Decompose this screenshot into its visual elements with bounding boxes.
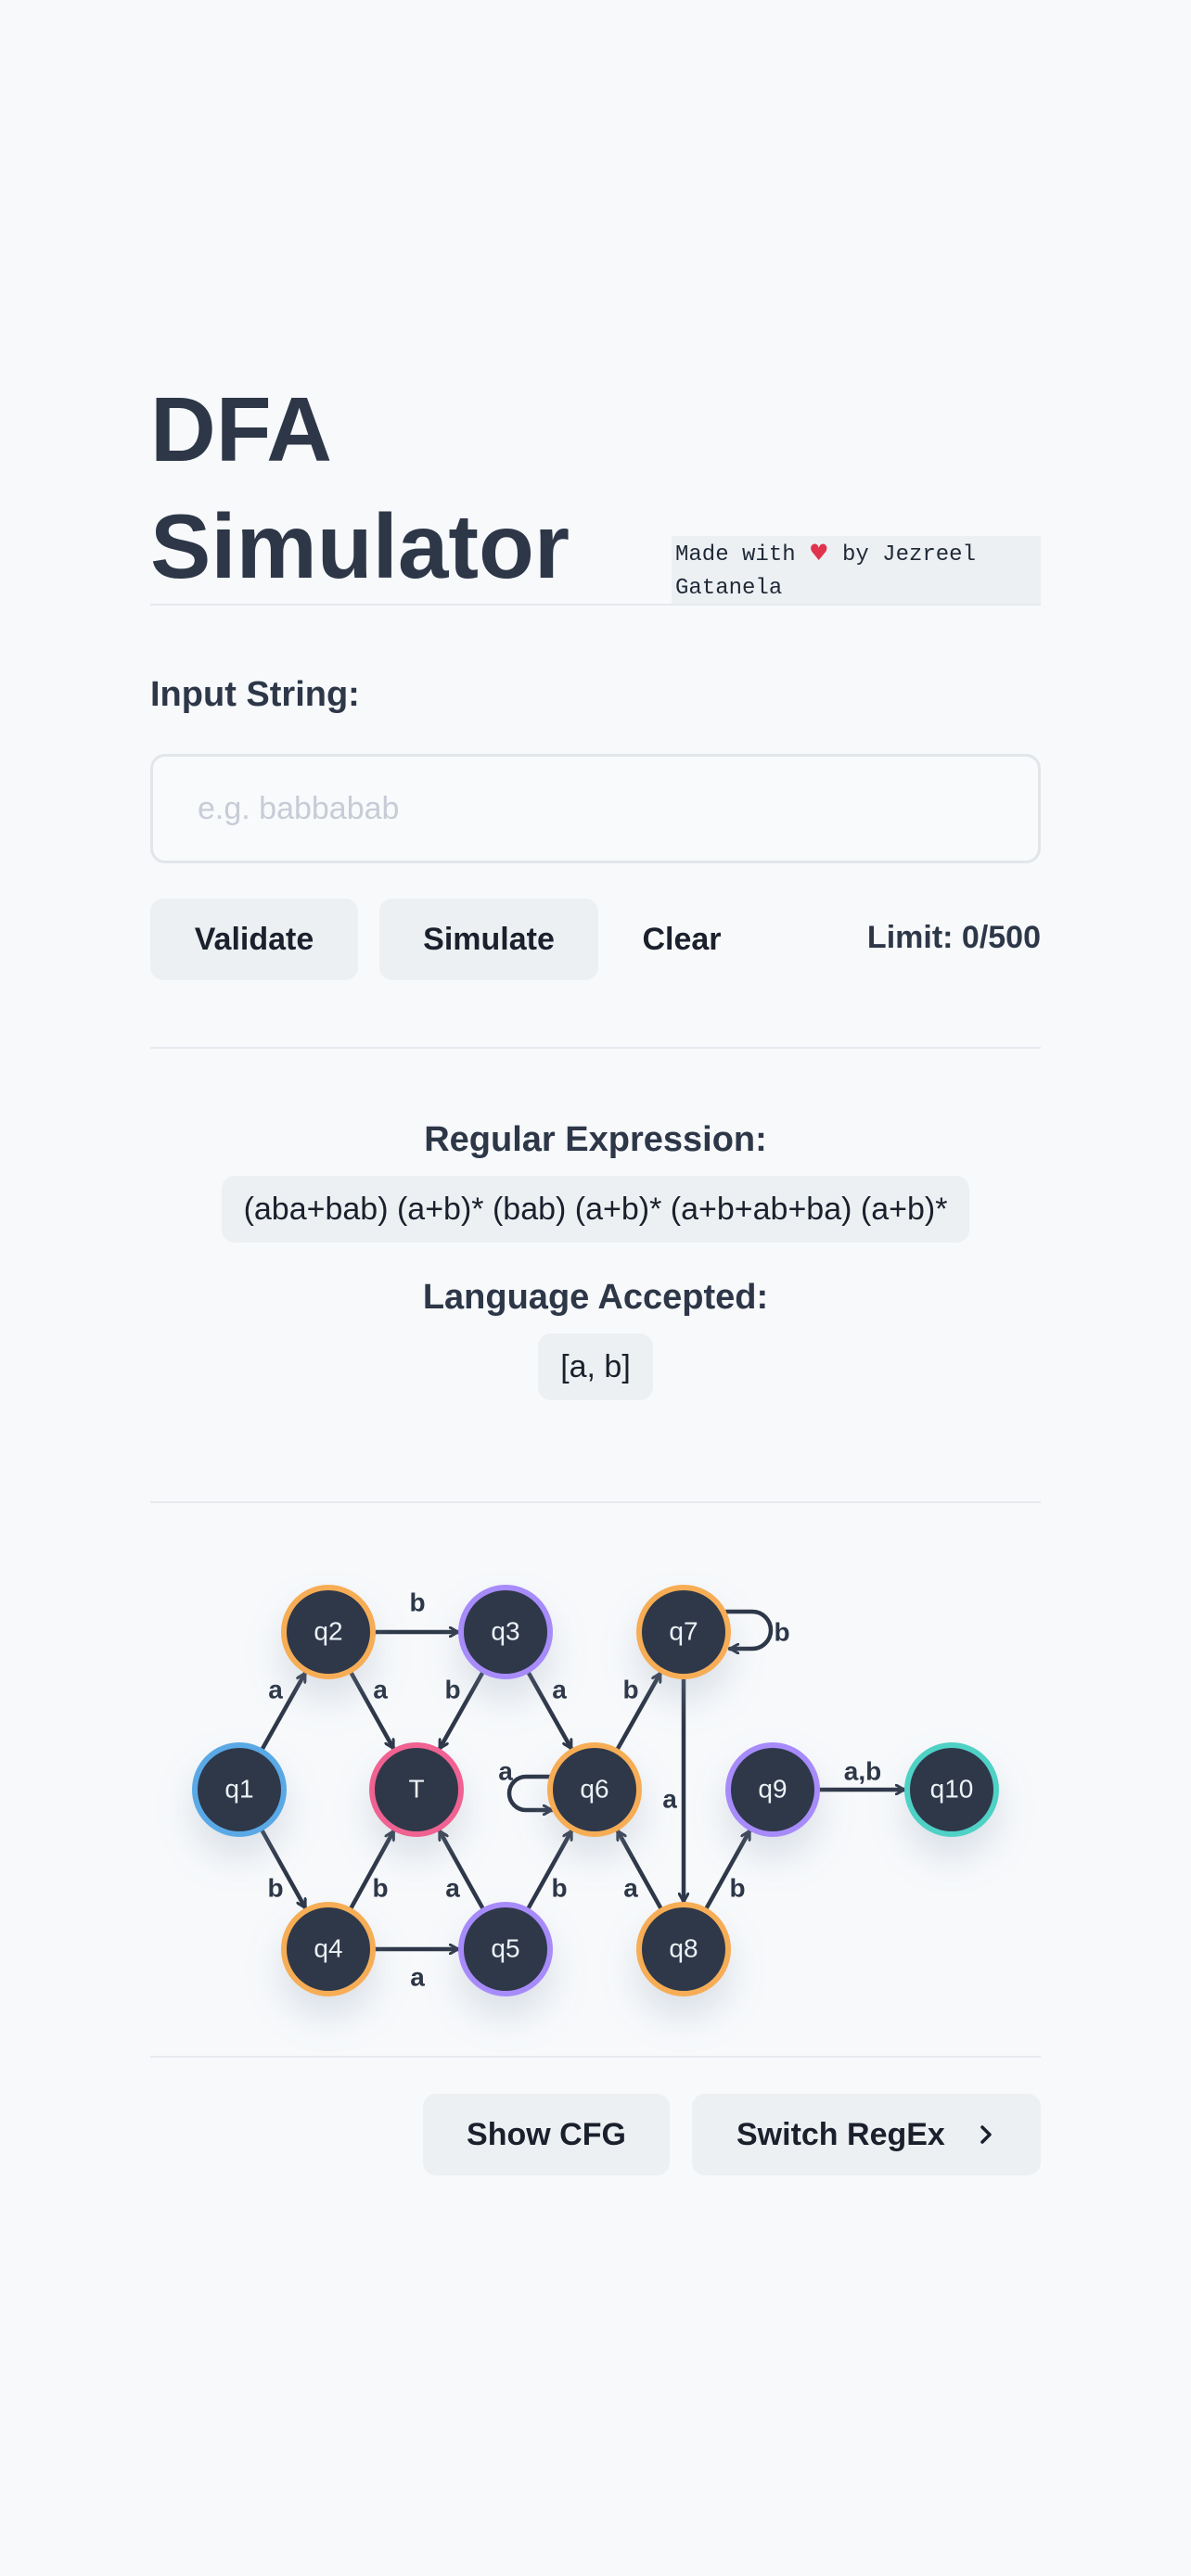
switch-regex-button[interactable]: Switch RegEx <box>692 2094 1041 2175</box>
state-q6: q6 <box>547 1742 642 1837</box>
regex-value: (aba+bab) (a+b)* (bab) (a+b)* (a+b+ab+ba… <box>221 1176 970 1243</box>
language-title: Language Accepted: <box>422 1278 769 1317</box>
state-T: T <box>369 1742 464 1837</box>
transition-label-q7-q7: b <box>774 1617 789 1646</box>
transition-label-q1-q2: a <box>268 1675 283 1703</box>
input-limit-counter: Limit: 0/500 <box>866 920 1041 955</box>
validate-button[interactable]: Validate <box>150 899 358 980</box>
clear-button[interactable]: Clear <box>617 899 747 980</box>
language-value: [a, b] <box>538 1333 653 1400</box>
transition-label-q6-q6: a <box>498 1756 513 1785</box>
transition-label-q4-q5: a <box>410 1962 425 1991</box>
state-label-T: T <box>408 1774 424 1803</box>
state-q1: q1 <box>192 1742 287 1837</box>
state-label-q9: q9 <box>758 1774 787 1803</box>
state-label-q5: q5 <box>491 1933 519 1962</box>
input-string-label: Input String: <box>150 675 360 714</box>
state-label-q2: q2 <box>314 1616 342 1645</box>
regex-title: Regular Expression: <box>424 1120 767 1159</box>
transition-label-q5-T: a <box>445 1873 460 1902</box>
state-label-q7: q7 <box>669 1616 698 1645</box>
state-q10: q10 <box>904 1742 999 1837</box>
regex-value-wrap: (aba+bab) (a+b)* (bab) (a+b)* (a+b+ab+ba… <box>150 1176 1041 1243</box>
state-label-q1: q1 <box>224 1774 253 1803</box>
simulate-button[interactable]: Simulate <box>379 899 598 980</box>
transition-label-q7-q8: a <box>662 1784 677 1813</box>
transition-label-q8-q9: b <box>729 1873 745 1902</box>
state-q4: q4 <box>281 1902 376 1996</box>
state-label-q10: q10 <box>930 1774 974 1803</box>
heart-icon: ♥ <box>809 540 829 566</box>
page-title: DFA Simulator <box>150 371 633 605</box>
transition-label-q3-T: b <box>444 1675 460 1703</box>
language-section: Language Accepted: <box>150 1278 1041 1318</box>
transition-label-q2-q3: b <box>409 1588 425 1616</box>
dfa-diagram: a b b a b a b a a b a b b a a b a,b q1 q2 q3 Tq4 q5 q6 q7 q8 q9 q… <box>192 1585 999 1996</box>
input-string-field[interactable] <box>150 754 1041 863</box>
credit-prefix: Made with <box>675 542 796 567</box>
state-label-q4: q4 <box>314 1933 342 1962</box>
language-value-wrap: [a, b] <box>150 1333 1041 1400</box>
state-q5: q5 <box>458 1902 553 1996</box>
state-label-q3: q3 <box>491 1616 519 1645</box>
header-divider <box>150 604 1041 606</box>
state-q9: q9 <box>725 1742 820 1837</box>
transition-label-q6-q7: b <box>622 1675 638 1703</box>
transition-label-q2-T: a <box>373 1675 388 1703</box>
state-q7: q7 <box>636 1585 731 1679</box>
state-q2: q2 <box>281 1585 376 1679</box>
state-q8: q8 <box>636 1902 731 1996</box>
transition-label-q8-q6: a <box>623 1873 638 1902</box>
page-title-line2: Simulator <box>150 495 570 597</box>
regex-divider <box>150 1501 1041 1503</box>
transition-label-q9-q10: a,b <box>844 1756 881 1785</box>
chevron-right-icon <box>980 2125 992 2144</box>
state-label-q6: q6 <box>580 1774 608 1803</box>
transition-label-q5-q6: b <box>551 1873 567 1902</box>
credit-badge: Made with ♥ by Jezreel Gatanela <box>672 536 1041 605</box>
page-title-line1: DFA <box>150 378 332 480</box>
transition-label-q1-q4: b <box>267 1873 283 1902</box>
transition-q7-q7 <box>724 1609 774 1649</box>
state-label-q8: q8 <box>669 1933 698 1962</box>
show-cfg-button[interactable]: Show CFG <box>423 2094 670 2175</box>
transition-label-q4-T: b <box>372 1873 388 1902</box>
switch-regex-label: Switch RegEx <box>736 2116 945 2152</box>
transition-q6-q6 <box>506 1774 555 1810</box>
actions-divider <box>150 1047 1041 1049</box>
regex-section: Regular Expression: <box>150 1120 1041 1160</box>
transition-label-q3-q6: a <box>552 1675 567 1703</box>
diagram-divider <box>150 2056 1041 2058</box>
state-q3: q3 <box>458 1585 553 1679</box>
